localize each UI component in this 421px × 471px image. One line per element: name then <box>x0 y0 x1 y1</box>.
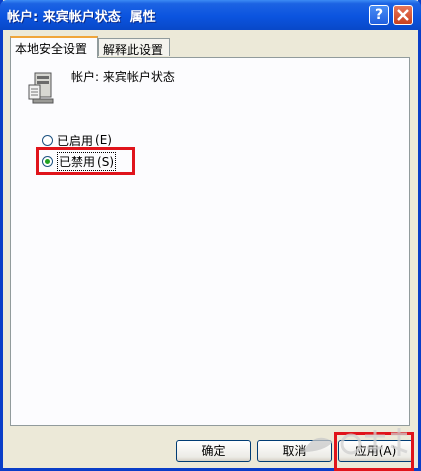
close-icon <box>397 9 409 21</box>
setting-name: 帐户: 来宾帐户状态 <box>71 70 175 84</box>
help-button[interactable]: ? <box>369 5 389 25</box>
radio-enabled-circle[interactable] <box>42 134 53 146</box>
dialog-title: 帐户: 来宾帐户状态 属性 <box>7 10 156 25</box>
highlight-disabled-option <box>36 147 135 175</box>
radio-enabled-accel: (E) <box>95 133 112 147</box>
ok-button[interactable]: 确定 <box>176 440 251 462</box>
close-button[interactable] <box>393 5 413 25</box>
tab-label: 本地安全设置 <box>15 42 88 56</box>
tab-panel: 帐户: 来宾帐户状态 已启用 (E) 已禁用 (S) <box>10 57 410 426</box>
ok-label: 确定 <box>201 444 226 458</box>
server-settings-icon <box>28 72 54 104</box>
tab-label: 解释此设置 <box>103 43 164 57</box>
title-bar[interactable]: 帐户: 来宾帐户状态 属性 ? <box>0 0 421 30</box>
radio-enabled-label: 已启用 <box>57 133 94 148</box>
properties-dialog: 帐户: 来宾帐户状态 属性 ? 本地安全设置 解释此设置 帐户: 来宾帐户状态 … <box>0 0 421 471</box>
help-icon: ? <box>374 7 384 23</box>
watermark-logo <box>303 428 408 456</box>
tab-local-security-setting[interactable]: 本地安全设置 <box>10 36 98 58</box>
tab-explain-setting[interactable]: 解释此设置 <box>98 38 170 57</box>
